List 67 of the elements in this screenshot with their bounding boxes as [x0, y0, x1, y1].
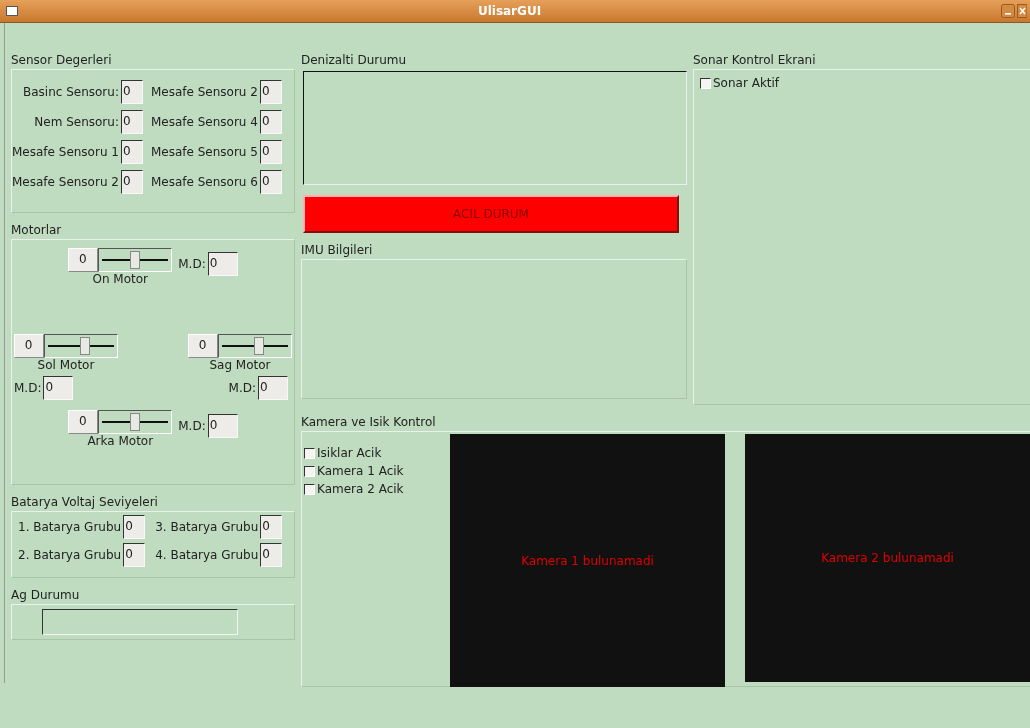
- checkbox-label[interactable]: Isiklar Acik: [317, 446, 382, 460]
- field-label: Mesafe Sensoru 5: [150, 145, 258, 159]
- value-field[interactable]: 0: [68, 248, 99, 272]
- group-title: IMU Bilgileri: [301, 243, 374, 259]
- value-field[interactable]: 0: [207, 252, 238, 276]
- motor-label: Sol Motor: [37, 358, 95, 372]
- value-field[interactable]: 0: [123, 515, 146, 539]
- camera-message: Kamera 1 bulunamadi: [521, 553, 654, 568]
- value-field[interactable]: 0: [120, 170, 143, 194]
- group-title: Batarya Voltaj Seviyeleri: [11, 495, 159, 511]
- group-title: Sonar Kontrol Ekrani: [693, 53, 817, 69]
- checkbox-label[interactable]: Kamera 1 Acik: [317, 464, 404, 478]
- value-field[interactable]: 0: [207, 414, 238, 438]
- value-field[interactable]: 0: [120, 140, 143, 164]
- value-field[interactable]: 0: [14, 334, 44, 358]
- checkbox[interactable]: [700, 77, 711, 89]
- field-label: M.D:: [228, 381, 256, 395]
- minimize-icon[interactable]: [1001, 4, 1015, 18]
- field-label: M.D:: [178, 257, 206, 271]
- field-label: 1. Batarya Grubu: [18, 520, 122, 534]
- value-field[interactable]: 0: [259, 170, 282, 194]
- camera-message: Kamera 2 bulunamadi: [821, 551, 954, 565]
- value-field[interactable]: 0: [260, 515, 283, 539]
- group-title: Denizalti Durumu: [301, 53, 408, 69]
- checkbox-label[interactable]: Sonar Aktif: [713, 76, 780, 90]
- window-title: UlisarGUI: [476, 4, 543, 18]
- motor-label: Arka Motor: [87, 434, 154, 448]
- checkbox-label[interactable]: Kamera 2 Acik: [317, 482, 404, 496]
- field-label: Mesafe Sensoru 2: [12, 175, 119, 189]
- field-label: Nem Sensoru:: [34, 115, 119, 129]
- checkbox[interactable]: [304, 447, 315, 459]
- motor-label: On Motor: [92, 272, 149, 286]
- slider-handle[interactable]: [253, 337, 264, 355]
- field-label: Mesafe Sensoru 6: [150, 175, 258, 189]
- field-label: Mesafe Sensoru 2: [150, 85, 258, 99]
- value-field[interactable]: 0: [120, 110, 143, 134]
- value-field[interactable]: 0: [188, 334, 218, 358]
- value-field[interactable]: 0: [259, 110, 282, 134]
- field-label: Mesafe Sensoru 4: [150, 115, 258, 129]
- field-label: Basinc Sensoru:: [22, 85, 119, 99]
- field-label: M.D:: [178, 419, 206, 433]
- value-field[interactable]: 0: [259, 80, 282, 104]
- value-field[interactable]: 0: [260, 543, 283, 567]
- slider-handle[interactable]: [79, 337, 90, 355]
- checkbox[interactable]: [304, 483, 315, 495]
- motor-label: Sag Motor: [209, 358, 271, 372]
- group-title: Sensor Degerleri: [11, 53, 113, 69]
- slider-handle[interactable]: [130, 251, 141, 269]
- close-icon[interactable]: [1017, 4, 1027, 18]
- value-field[interactable]: 0: [68, 410, 99, 434]
- value-field[interactable]: 0: [123, 543, 146, 567]
- status-field[interactable]: [42, 609, 238, 635]
- field-label: 3. Batarya Grubu: [155, 520, 259, 534]
- field-label: Mesafe Sensoru 1: [12, 145, 119, 159]
- value-field[interactable]: 0: [259, 140, 282, 164]
- group-title: Kamera ve Isik Kontrol: [301, 415, 437, 431]
- checkbox[interactable]: [304, 465, 315, 477]
- value-field[interactable]: 0: [120, 80, 143, 104]
- value-field[interactable]: 0: [43, 376, 74, 400]
- field-label: 2. Batarya Grubu: [18, 548, 122, 562]
- field-label: 4. Batarya Grubu: [155, 548, 259, 562]
- field-label: M.D:: [14, 381, 42, 395]
- group-title: Motorlar: [11, 223, 63, 239]
- group-title: Ag Durumu: [11, 588, 81, 604]
- slider-handle[interactable]: [130, 413, 141, 431]
- value-field[interactable]: 0: [258, 376, 288, 400]
- window-icon: [6, 6, 18, 16]
